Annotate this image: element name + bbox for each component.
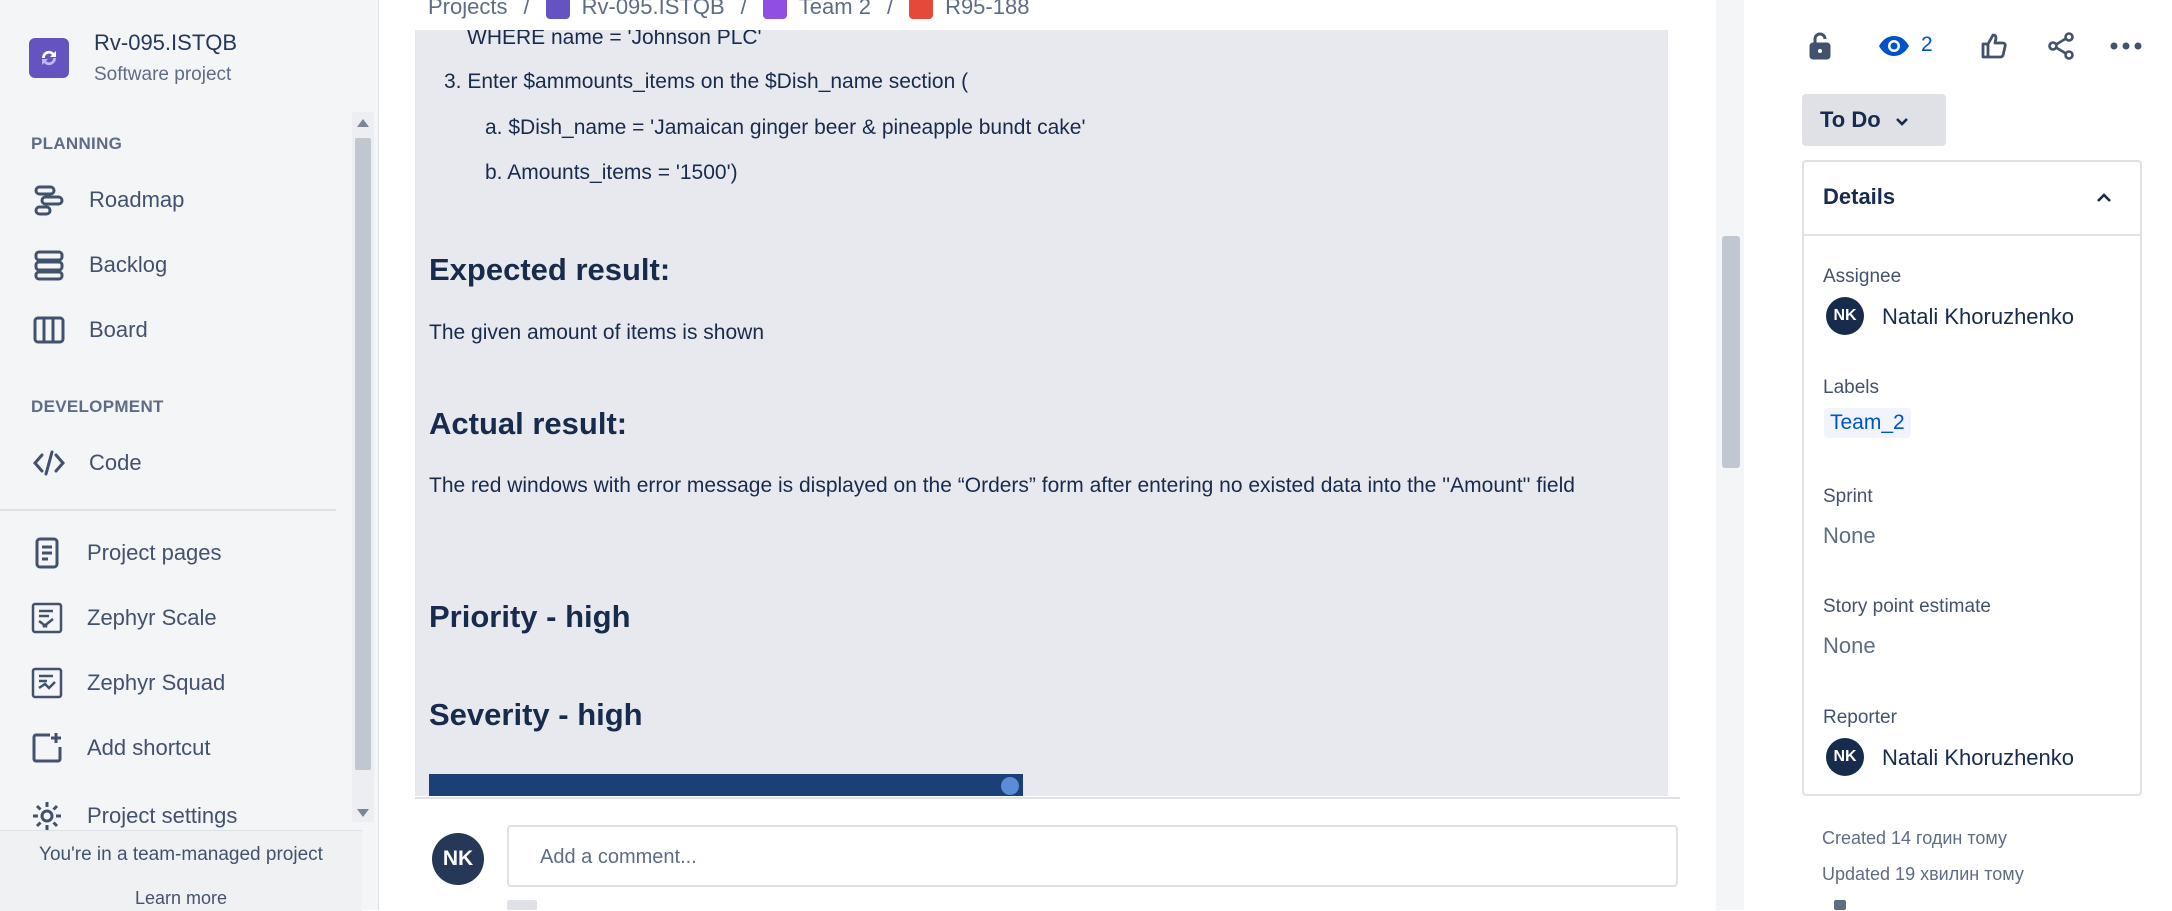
sidebar-item-label: Roadmap xyxy=(89,187,185,212)
sidebar-item-zephyr-squad[interactable]: Zephyr Squad xyxy=(29,655,225,711)
actual-result-text: The red windows with error message is di… xyxy=(429,474,1575,497)
sidebar-item-label: Zephyr Squad xyxy=(87,670,226,695)
status-label: To Do xyxy=(1820,107,1881,132)
sprint-value[interactable]: None xyxy=(1823,523,1876,549)
project-sidebar: Rv-095.ISTQB Software project PLANNING R… xyxy=(0,0,379,911)
project-avatar-icon[interactable] xyxy=(29,38,69,78)
attached-screenshot[interactable] xyxy=(429,774,1023,796)
chevron-down-icon xyxy=(1895,107,1909,133)
sidebar-item-label: Zephyr Scale xyxy=(87,605,217,630)
assignee-label: Assignee xyxy=(1823,266,1902,287)
reporter-avatar[interactable]: NK xyxy=(1826,738,1864,776)
roadmap-icon xyxy=(31,182,67,218)
screenshot-nav-button-icon xyxy=(1001,777,1019,795)
bug-icon xyxy=(909,0,934,19)
assignee-name[interactable]: Natali Khoruzhenko xyxy=(1882,304,2074,330)
reporter-name[interactable]: Natali Khoruzhenko xyxy=(1882,745,2074,771)
sidebar-item-label: Add shortcut xyxy=(87,735,211,760)
board-icon xyxy=(31,312,67,348)
story-points-value[interactable]: None xyxy=(1823,633,1876,659)
severity-heading: Severity - high xyxy=(429,697,643,732)
step-3: 3. Enter $ammounts_items on the $Dish_na… xyxy=(444,70,969,93)
more-actions-icon[interactable] xyxy=(2106,26,2146,66)
story-points-label: Story point estimate xyxy=(1823,596,1991,617)
lock-icon[interactable] xyxy=(1800,26,1840,66)
sidebar-scrollbar-thumb[interactable] xyxy=(355,138,371,770)
thumbs-up-icon[interactable] xyxy=(1974,26,2014,66)
comment-hint-key xyxy=(507,900,537,910)
expected-result-heading: Expected result: xyxy=(429,252,671,287)
sidebar-item-label: Board xyxy=(89,317,148,342)
labels-label: Labels xyxy=(1823,377,1879,398)
updated-timestamp: Updated 19 хвилин тому xyxy=(1822,864,2024,884)
breadcrumb-separator: / xyxy=(740,0,747,19)
breadcrumb-project[interactable]: Rv-095.ISTQB xyxy=(582,0,725,20)
breadcrumb-separator: / xyxy=(523,0,530,19)
sidebar-item-label: Project settings xyxy=(87,803,238,828)
chevron-up-icon[interactable] xyxy=(2090,184,2118,212)
comment-placeholder[interactable]: Add a comment... xyxy=(540,846,697,869)
actual-result-heading: Actual result: xyxy=(429,406,628,441)
project-name[interactable]: Rv-095.ISTQB xyxy=(94,30,237,56)
planning-section-title: PLANNING xyxy=(31,134,123,153)
step-3a: a. $Dish_name = 'Jamaican ginger beer & … xyxy=(485,116,1086,139)
status-dropdown[interactable]: To Do xyxy=(1802,94,1946,146)
development-section-title: DEVELOPMENT xyxy=(31,397,164,416)
sidebar-item-add-shortcut[interactable]: Add shortcut xyxy=(29,720,211,776)
breadcrumb-projects[interactable]: Projects xyxy=(428,0,507,20)
created-timestamp: Created 14 годин тому xyxy=(1822,828,2007,848)
expected-result-text: The given amount of items is shown xyxy=(429,321,764,344)
breadcrumb: Projects / Rv-095.ISTQB / Team 2 / R95-1… xyxy=(428,0,1029,22)
breadcrumb-separator: / xyxy=(886,0,894,19)
sidebar-divider xyxy=(0,509,336,511)
details-title: Details xyxy=(1823,184,1896,209)
sidebar-item-label: Project pages xyxy=(87,540,222,565)
step-3b: b. Amounts_items = '1500') xyxy=(485,161,738,184)
add-shortcut-icon xyxy=(29,730,65,766)
sidebar-item-roadmap[interactable]: Roadmap xyxy=(31,172,184,228)
sql-where-line: WHERE name = 'Johnson PLC' xyxy=(467,30,762,49)
reporter-label: Reporter xyxy=(1823,707,1897,728)
main-scrollbar-thumb[interactable] xyxy=(1722,236,1740,468)
details-card xyxy=(1802,160,2142,796)
issue-description[interactable]: WHERE name = 'Johnson PLC' 3. Enter $amm… xyxy=(415,30,1668,796)
share-icon[interactable] xyxy=(2041,26,2081,66)
learn-more-link[interactable]: Learn more xyxy=(0,888,362,909)
zephyr-scale-icon xyxy=(29,600,65,636)
sidebar-item-zephyr-scale[interactable]: Zephyr Scale xyxy=(29,590,217,646)
label-chip[interactable]: Team_2 xyxy=(1824,408,1911,438)
page-icon xyxy=(29,535,65,571)
team-managed-notice: You're in a team-managed project xyxy=(39,844,323,865)
sidebar-item-code[interactable]: Code xyxy=(31,435,142,491)
code-icon xyxy=(31,445,67,481)
sidebar-item-label: Backlog xyxy=(89,252,168,277)
project-type: Software project xyxy=(94,64,232,85)
scroll-up-arrow-icon[interactable] xyxy=(357,119,369,127)
content-divider xyxy=(415,797,1680,799)
breadcrumb-issue-key[interactable]: R95-188 xyxy=(945,0,1029,20)
sidebar-item-label: Code xyxy=(89,450,142,475)
avatar[interactable]: NK xyxy=(432,833,484,885)
configure-icon[interactable] xyxy=(1834,900,1846,910)
watch-count[interactable]: 2 xyxy=(1921,33,1933,57)
zephyr-squad-icon xyxy=(29,665,65,701)
sidebar-item-project-pages[interactable]: Project pages xyxy=(29,525,222,581)
project-icon xyxy=(545,0,570,19)
gear-icon xyxy=(29,798,65,834)
assignee-avatar[interactable]: NK xyxy=(1826,297,1864,335)
priority-heading: Priority - high xyxy=(429,599,631,634)
sidebar-item-backlog[interactable]: Backlog xyxy=(31,237,167,293)
backlog-icon xyxy=(31,247,67,283)
sprint-label: Sprint xyxy=(1823,486,1873,507)
scroll-down-arrow-icon[interactable] xyxy=(357,809,369,817)
breadcrumb-epic[interactable]: Team 2 xyxy=(799,0,871,20)
epic-lightning-icon xyxy=(762,0,787,19)
watch-eye-icon[interactable] xyxy=(1874,26,1914,66)
sidebar-item-board[interactable]: Board xyxy=(31,302,148,358)
